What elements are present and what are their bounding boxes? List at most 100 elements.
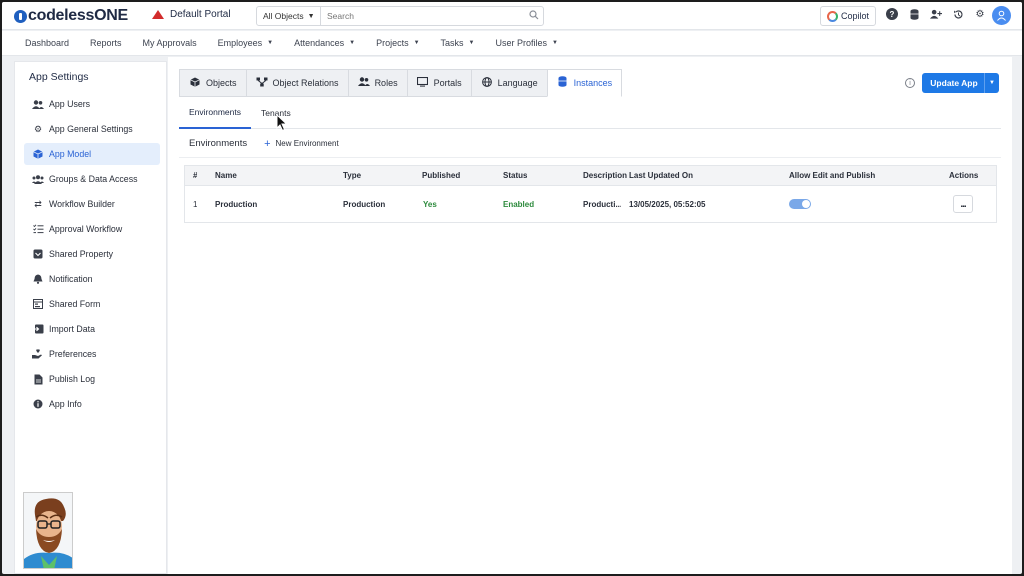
sidebar-item-groups-data-access[interactable]: Groups & Data Access	[24, 168, 160, 190]
info-icon[interactable]: i	[905, 78, 915, 88]
update-app-button[interactable]: Update App ▼	[922, 73, 999, 93]
column-header: Name	[215, 171, 237, 180]
sidebar-item-label: App Model	[49, 149, 92, 159]
nav-dashboard[interactable]: Dashboard	[25, 38, 69, 48]
search-scope-select[interactable]: All Objects ▼	[257, 7, 321, 25]
cube-icon	[189, 77, 201, 90]
section-label: Environments	[189, 138, 248, 149]
nav-employees[interactable]: Employees ▼	[218, 38, 273, 48]
chevron-down-icon[interactable]: ▼	[984, 73, 999, 93]
sidebar-item-label: Preferences	[49, 349, 97, 359]
tab-portals[interactable]: Portals	[406, 69, 471, 97]
presenter-avatar-image	[23, 492, 73, 569]
tab-object-relations[interactable]: Object Relations	[245, 69, 348, 97]
nav-my-approvals[interactable]: My Approvals	[143, 38, 197, 48]
checklist-icon	[32, 223, 44, 235]
row-name[interactable]: Production	[215, 186, 257, 222]
row-description: Producti...	[583, 199, 621, 209]
tab-objects[interactable]: Objects	[179, 69, 246, 97]
form-icon	[32, 298, 44, 310]
sidebar-title: App Settings	[29, 71, 89, 83]
cube-icon	[32, 148, 44, 160]
sidebar-item-preferences[interactable]: Preferences	[24, 343, 160, 365]
tab-label: Objects	[206, 78, 237, 88]
sidebar-item-app-users[interactable]: App Users	[24, 93, 160, 115]
nav-label: Reports	[90, 38, 122, 48]
tab-instances[interactable]: Instances	[546, 69, 623, 97]
sidebar-item-notification[interactable]: Notification	[24, 268, 160, 290]
sidebar-item-app-general-settings[interactable]: ⚙ App General Settings	[24, 118, 160, 140]
new-environment-button[interactable]: + New Environment	[264, 138, 339, 150]
nav-attendances[interactable]: Attendances ▼	[294, 38, 355, 48]
shared-property-icon	[32, 248, 44, 260]
sidebar-item-shared-property[interactable]: Shared Property	[24, 243, 160, 265]
nav-label: User Profiles	[495, 38, 548, 48]
app-model-tabs: Objects Object Relations Roles Portals L…	[179, 69, 623, 97]
chevron-down-icon: ▼	[413, 40, 420, 46]
gear-icon: ⚙	[33, 123, 43, 134]
nav-label: Attendances	[294, 38, 345, 48]
search-icon[interactable]	[525, 9, 543, 23]
chevron-down-icon: ▼	[349, 40, 356, 46]
portal-switcher[interactable]: Default Portal	[152, 9, 231, 20]
nav-label: My Approvals	[142, 38, 197, 48]
sidebar-item-shared-form[interactable]: Shared Form	[24, 293, 160, 315]
copilot-icon	[826, 10, 838, 22]
sidebar-item-import-data[interactable]: Import Data	[24, 318, 160, 340]
new-environment-label: New Environment	[275, 139, 339, 148]
user-avatar[interactable]	[992, 6, 1011, 25]
swap-arrows-icon: ⇄	[34, 198, 42, 209]
row-type: Production	[343, 199, 386, 209]
column-header: Status	[503, 171, 528, 180]
sidebar-item-label: App Users	[49, 99, 91, 109]
database-icon	[557, 76, 569, 90]
sidebar-list: App Users ⚙ App General Settings App Mod…	[24, 93, 160, 418]
column-header: Published	[422, 171, 461, 180]
row-actions-button[interactable]: ...	[953, 195, 973, 213]
row-published: Yes	[423, 199, 437, 209]
nav-projects[interactable]: Projects ▼	[376, 38, 419, 48]
tab-roles[interactable]: Roles	[347, 69, 407, 97]
sidebar-item-label: Shared Property	[49, 249, 114, 259]
update-app-label: Update App	[930, 78, 978, 88]
portal-name: Default Portal	[170, 9, 231, 20]
top-icons: ? ⚙	[886, 8, 986, 20]
history-icon[interactable]	[952, 8, 964, 20]
allow-edit-toggle[interactable]	[789, 199, 811, 209]
sidebar-item-publish-log[interactable]: Publish Log	[24, 368, 160, 390]
tab-label: Portals	[433, 78, 462, 88]
environments-toolbar: Environments + New Environment	[179, 130, 1001, 158]
search-input[interactable]	[321, 7, 525, 25]
top-bar: codelessONE Default Portal All Objects ▼…	[2, 2, 1022, 30]
sidebar-item-label: Groups & Data Access	[49, 174, 138, 184]
relations-icon	[256, 77, 268, 90]
group-icon	[32, 173, 44, 185]
database-icon[interactable]	[908, 8, 920, 20]
subtab-environments[interactable]: Environments	[179, 97, 251, 129]
nav-reports[interactable]: Reports	[90, 38, 122, 48]
chevron-down-icon: ▼	[267, 40, 274, 46]
nav-user-profiles[interactable]: User Profiles ▼	[496, 38, 558, 48]
import-icon	[32, 323, 44, 335]
table-row[interactable]: 1 Production Production Yes Enabled Prod…	[185, 186, 996, 222]
table-header: # Name Type Published Status Description…	[185, 166, 996, 186]
sidebar-item-app-info[interactable]: App Info	[24, 393, 160, 415]
app-logo[interactable]: codelessONE	[14, 7, 128, 25]
help-icon[interactable]: ?	[886, 8, 898, 20]
sidebar-item-app-model[interactable]: App Model	[24, 143, 160, 165]
logo-mark-icon	[14, 9, 27, 23]
copilot-button[interactable]: Copilot	[820, 6, 876, 26]
nav-label: Projects	[376, 38, 409, 48]
search-scope-label: All Objects	[263, 11, 304, 21]
gear-icon[interactable]: ⚙	[974, 8, 986, 20]
nav-label: Dashboard	[25, 38, 70, 48]
add-user-icon[interactable]	[930, 8, 942, 20]
sidebar-item-workflow-builder[interactable]: ⇄ Workflow Builder	[24, 193, 160, 215]
row-actions-cell: ...	[953, 186, 973, 222]
sidebar-item-approval-workflow[interactable]: Approval Workflow	[24, 218, 160, 240]
users-icon	[357, 77, 370, 89]
tab-language[interactable]: Language	[470, 69, 547, 97]
column-header: Allow Edit and Publish	[789, 171, 876, 180]
sidebar-item-label: Approval Workflow	[49, 224, 123, 234]
nav-tasks[interactable]: Tasks ▼	[441, 38, 475, 48]
